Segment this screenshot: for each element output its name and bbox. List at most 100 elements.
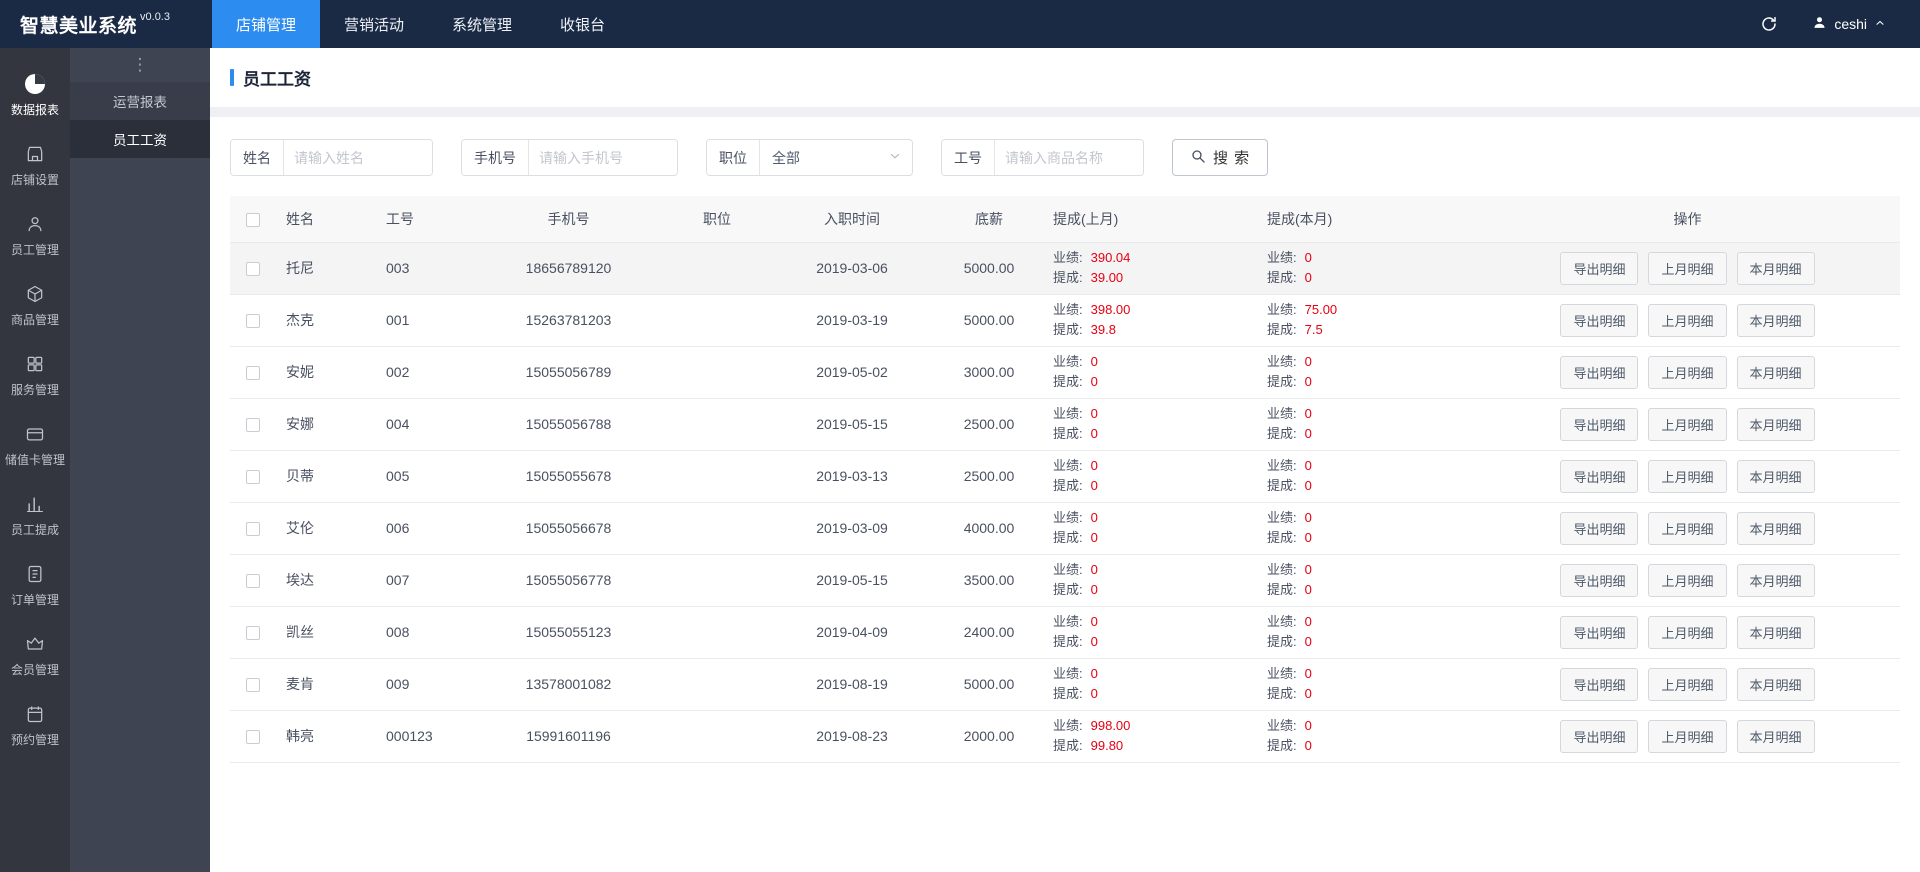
this-month-detail-button[interactable]: 本月明细 — [1736, 303, 1815, 337]
cell-base-salary: 4000.00 — [931, 502, 1047, 555]
sidebar-item-stored-card-management[interactable]: 储值卡管理 — [0, 410, 70, 480]
table-row: 麦肯 009 13578001082 2019-08-19 5000.00 业绩: 0 提成:… — [230, 658, 1900, 711]
cell-actions: 导出明细 上月明细 本月明细 — [1475, 710, 1900, 763]
last-month-detail-button[interactable]: 上月明细 — [1648, 719, 1727, 753]
sidebar-collapse-icon[interactable]: ⋮ — [70, 48, 210, 82]
top-tab-shop-management[interactable]: 店铺管理 — [212, 0, 321, 48]
phone-input[interactable] — [529, 140, 677, 175]
refresh-icon[interactable] — [1760, 15, 1778, 33]
this-month-detail-button[interactable]: 本月明细 — [1736, 251, 1815, 285]
commission-label: 提成: — [1267, 634, 1297, 649]
sidebar-item-member-management[interactable]: 会员管理 — [0, 620, 70, 690]
commission-value: 0 — [1304, 374, 1312, 389]
performance-value: 0 — [1304, 354, 1312, 369]
chevron-down-icon — [888, 149, 902, 166]
export-detail-button[interactable]: 导出明细 — [1560, 407, 1639, 441]
table-row: 安娜 004 15055056788 2019-05-15 2500.00 业绩: 0 提成:… — [230, 398, 1900, 451]
search-button-label: 搜 索 — [1213, 150, 1251, 167]
performance-value: 0 — [1304, 406, 1312, 421]
last-month-detail-button[interactable]: 上月明细 — [1648, 251, 1727, 285]
export-detail-button[interactable]: 导出明细 — [1560, 251, 1639, 285]
submenu-item-operation-reports[interactable]: 运营报表 — [70, 82, 210, 120]
row-checkbox[interactable] — [246, 522, 260, 537]
position-select[interactable]: 全部 — [760, 140, 912, 175]
export-detail-button[interactable]: 导出明细 — [1560, 511, 1639, 545]
performance-value: 75.00 — [1304, 302, 1338, 317]
cell-last-month-commission: 业绩: 0 提成: 0 — [1047, 346, 1261, 399]
this-month-detail-button[interactable]: 本月明细 — [1736, 355, 1815, 389]
export-detail-button[interactable]: 导出明细 — [1560, 303, 1639, 337]
top-tab-cashier[interactable]: 收银台 — [536, 0, 629, 48]
cell-base-salary: 5000.00 — [931, 658, 1047, 711]
sidebar-item-shop-settings[interactable]: 店铺设置 — [0, 130, 70, 200]
sidebar-item-label: 员工管理 — [10, 243, 59, 257]
sidebar-item-order-management[interactable]: 订单管理 — [0, 550, 70, 620]
performance-value: 998.00 — [1090, 718, 1131, 733]
last-month-detail-button[interactable]: 上月明细 — [1648, 511, 1727, 545]
cell-name: 埃达 — [276, 554, 376, 607]
submenu-item-staff-wages[interactable]: 员工工资 — [70, 120, 210, 158]
sidebar-item-service-management[interactable]: 服务管理 — [0, 340, 70, 410]
performance-label: 业绩: — [1267, 666, 1297, 681]
cell-hire-date: 2019-05-02 — [773, 346, 931, 399]
export-detail-button[interactable]: 导出明细 — [1560, 563, 1639, 597]
table-row: 安妮 002 15055056789 2019-05-02 3000.00 业绩: 0 提成:… — [230, 346, 1900, 399]
export-detail-button[interactable]: 导出明细 — [1560, 667, 1639, 701]
this-month-detail-button[interactable]: 本月明细 — [1736, 459, 1815, 493]
select-all-checkbox[interactable] — [246, 212, 260, 227]
last-month-detail-button[interactable]: 上月明细 — [1648, 459, 1727, 493]
commission-value: 0 — [1304, 634, 1312, 649]
performance-label: 业绩: — [1267, 302, 1297, 317]
cell-name: 托尼 — [276, 242, 376, 295]
row-checkbox[interactable] — [246, 314, 260, 329]
this-month-detail-button[interactable]: 本月明细 — [1736, 407, 1815, 441]
row-checkbox[interactable] — [246, 730, 260, 745]
row-checkbox[interactable] — [246, 470, 260, 485]
export-detail-button[interactable]: 导出明细 — [1560, 719, 1639, 753]
commission-value: 0 — [1090, 582, 1098, 597]
last-month-detail-button[interactable]: 上月明细 — [1648, 303, 1727, 337]
top-tab-marketing-activities[interactable]: 营销活动 — [320, 0, 428, 48]
sidebar-item-staff-management[interactable]: 员工管理 — [0, 200, 70, 270]
this-month-detail-button[interactable]: 本月明细 — [1736, 719, 1815, 753]
sidebar-item-goods-management[interactable]: 商品管理 — [0, 270, 70, 340]
export-detail-button[interactable]: 导出明细 — [1560, 355, 1639, 389]
submenu-items: 运营报表 员工工资 — [70, 82, 210, 158]
cell-position — [661, 606, 773, 659]
last-month-detail-button[interactable]: 上月明细 — [1648, 407, 1727, 441]
last-month-detail-button[interactable]: 上月明细 — [1648, 563, 1727, 597]
bar-chart-icon — [25, 492, 45, 516]
name-input[interactable] — [284, 140, 432, 175]
export-detail-button[interactable]: 导出明细 — [1560, 459, 1639, 493]
last-month-detail-button[interactable]: 上月明细 — [1648, 615, 1727, 649]
row-checkbox[interactable] — [246, 678, 260, 693]
this-month-detail-button[interactable]: 本月明细 — [1736, 615, 1815, 649]
sidebar-item-staff-commission[interactable]: 员工提成 — [0, 480, 70, 550]
row-checkbox[interactable] — [246, 574, 260, 589]
sidebar-item-label: 员工提成 — [10, 523, 59, 537]
sidebar-item-appointment-management[interactable]: 预约管理 — [0, 690, 70, 760]
export-detail-button[interactable]: 导出明细 — [1560, 615, 1639, 649]
search-button[interactable]: 搜 索 — [1172, 139, 1269, 176]
row-checkbox[interactable] — [246, 262, 260, 277]
row-checkbox[interactable] — [246, 418, 260, 433]
last-month-detail-button[interactable]: 上月明细 — [1648, 667, 1727, 701]
top-tab-system-management[interactable]: 系统管理 — [428, 0, 536, 48]
row-checkbox[interactable] — [246, 366, 260, 381]
performance-label: 业绩: — [1267, 614, 1297, 629]
commission-label: 提成: — [1053, 634, 1083, 649]
this-month-detail-button[interactable]: 本月明细 — [1736, 667, 1815, 701]
table-row: 托尼 003 18656789120 2019-03-06 5000.00 业绩: 390.… — [230, 242, 1900, 295]
sidebar-item-data-reports[interactable]: 数据报表 — [0, 60, 70, 130]
commission-label: 提成: — [1053, 530, 1083, 545]
job-no-input[interactable] — [995, 140, 1143, 175]
this-month-detail-button[interactable]: 本月明细 — [1736, 511, 1815, 545]
row-checkbox[interactable] — [246, 626, 260, 641]
commission-value: 39.8 — [1090, 322, 1116, 337]
cell-name: 安妮 — [276, 346, 376, 399]
last-month-detail-button[interactable]: 上月明细 — [1648, 355, 1727, 389]
user-menu[interactable]: ceshi — [1812, 15, 1886, 33]
cell-this-month-commission: 业绩: 0 提成: 0 — [1261, 346, 1475, 399]
this-month-detail-button[interactable]: 本月明细 — [1736, 563, 1815, 597]
column-header: 底薪 — [931, 196, 1047, 243]
